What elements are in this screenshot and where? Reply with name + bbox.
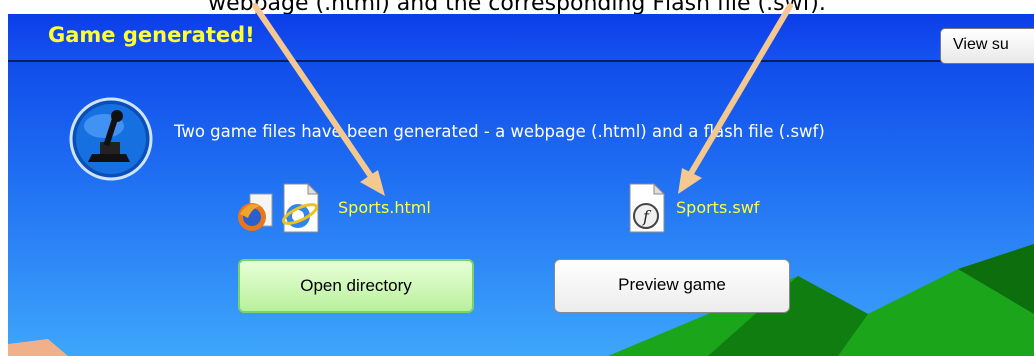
preview-game-button[interactable]: Preview game — [554, 259, 790, 313]
open-directory-button[interactable]: Open directory — [238, 259, 474, 313]
internet-explorer-icon[interactable] — [276, 182, 322, 234]
window-title: Game generated! — [48, 23, 255, 47]
view-button[interactable]: View su — [940, 28, 1034, 64]
hills-background — [8, 244, 1034, 356]
joystick-icon — [69, 97, 153, 181]
title-bar: Game generated! View su — [8, 14, 1034, 64]
html-file-link[interactable]: Sports.html — [338, 198, 431, 217]
status-message: Two game files have been generated - a w… — [174, 122, 825, 141]
swf-file-link[interactable]: Sports.swf — [676, 198, 759, 217]
firefox-icon[interactable] — [236, 192, 276, 234]
game-generated-panel: Game generated! View su Two game files h… — [8, 14, 1034, 356]
flash-file-icon[interactable]: f — [626, 182, 670, 234]
